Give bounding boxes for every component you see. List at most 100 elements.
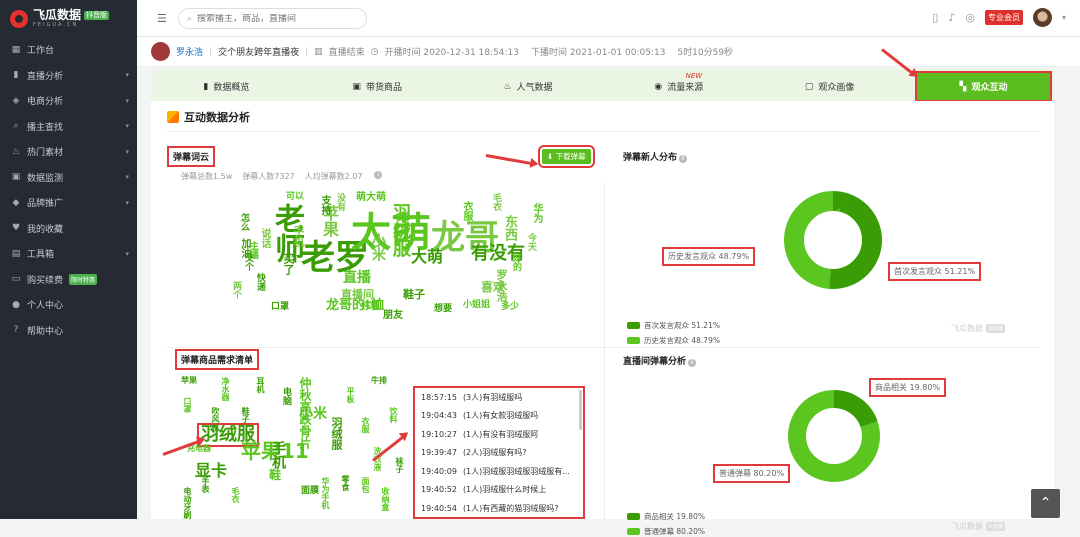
info-icon[interactable]: i [374, 171, 383, 179]
sidebar-item-6[interactable]: ◆ 品牌推广 ▾ [0, 190, 137, 216]
word-24[interactable]: 买了 [282, 253, 295, 275]
sidebar-item-9[interactable]: ▭ 购买续费 限时特惠 [0, 267, 137, 293]
demand-word-15[interactable]: 口罩 [183, 397, 192, 413]
word-14[interactable]: 东西 [502, 215, 517, 241]
demand-word-2[interactable]: 显卡 [195, 463, 227, 479]
tab-1[interactable]: ▣ 带货商品 [302, 69, 453, 104]
demand-word-8[interactable]: 苹果 [181, 377, 197, 385]
demand-word-25[interactable]: 面包 [361, 477, 370, 493]
demand-word-18[interactable]: 零食 [341, 475, 350, 491]
demand-word-6[interactable]: 羽绒服 [330, 417, 343, 450]
word-28[interactable]: 小姐姐 [463, 301, 490, 310]
word-4[interactable]: 直播 [343, 271, 371, 285]
bell-icon[interactable]: ♪ [948, 11, 955, 24]
demand-word-27[interactable]: 毛衣 [231, 487, 240, 503]
sidebar-item-11[interactable]: ? 帮助中心 [0, 318, 137, 344]
word-27[interactable]: 快递 [255, 273, 265, 291]
message-row[interactable]: 19:40:52 (1人)羽绒服什么时候上 [415, 481, 583, 500]
word-30[interactable]: 想要 [434, 305, 452, 314]
demand-word-26[interactable]: 袜子 [395, 457, 404, 473]
host-name[interactable]: 罗永浩 [176, 45, 203, 58]
demand-word-22[interactable]: 鞋子 [241, 407, 250, 423]
demand-word-10[interactable]: 牛排 [371, 377, 387, 385]
word-16[interactable]: 好看 [361, 303, 379, 312]
info-icon[interactable]: i [679, 155, 688, 163]
message-row[interactable]: 19:04:43 (1人)有女款羽绒服吗 [415, 407, 583, 426]
demand-word-12[interactable]: 耳机 [256, 377, 265, 393]
tab-0[interactable]: ▮ 数据概览 [151, 69, 302, 104]
chevron-down-icon[interactable]: ▾ [1062, 13, 1066, 22]
demand-word-20[interactable]: 手表 [201, 477, 210, 493]
demand-message-list[interactable]: 18:57:15 (3人)有羽绒服吗 19:04:43 (1人)有女款羽绒服吗 19:1… [413, 386, 585, 519]
demand-word-5[interactable]: 鞋 [269, 469, 281, 481]
logo[interactable]: 飞瓜数据 抖音版 FEIGUA.CN [0, 0, 137, 37]
word-20[interactable]: 直播间 [341, 289, 374, 300]
word-36[interactable]: 怎么 [239, 213, 249, 231]
word-11[interactable]: 手机 [292, 225, 305, 247]
tab-5[interactable]: ▚ 观众互动 [914, 71, 1052, 102]
legend-item[interactable]: 商品相关 19.80% [627, 511, 705, 522]
legend-item[interactable]: 普通弹幕 80.20% [627, 526, 705, 537]
word-35[interactable]: 今天 [526, 233, 536, 251]
menu-toggle-icon[interactable]: ☰ [157, 12, 167, 25]
word-37[interactable]: 多少 [501, 303, 519, 312]
message-row[interactable]: 19:40:54 (1人)有西藏的猫羽绒服吗? [415, 499, 583, 517]
sidebar-item-10[interactable]: ● 个人中心 [0, 292, 137, 318]
demand-word-29[interactable]: 收纳盒 [381, 487, 390, 511]
word-29[interactable]: 说话 [259, 228, 270, 248]
demand-word-4[interactable]: 手机 [270, 441, 286, 469]
message-row[interactable]: 19:40:09 (1人)羽绒服羽绒服羽绒服有... [415, 462, 583, 481]
search-box[interactable]: ⌕ [178, 8, 367, 29]
sidebar-item-1[interactable]: ▮ 直播分析 ▾ [0, 63, 137, 89]
tab-4[interactable]: ▢ 观众画像 [754, 69, 905, 104]
back-to-top-button[interactable]: ⌃ [1031, 489, 1060, 518]
sidebar-item-3[interactable]: ⌕ 播主查找 ▾ [0, 114, 137, 140]
word-32[interactable]: 没有 [335, 193, 345, 211]
demand-word-14[interactable]: 电脑 [281, 387, 291, 405]
search-input[interactable] [197, 13, 358, 24]
word-12[interactable]: 鞋子 [403, 289, 425, 300]
demand-word-24[interactable]: 吹风机 [211, 407, 220, 431]
word-39[interactable]: 口罩 [271, 303, 289, 312]
sidebar-item-5[interactable]: ▣ 数据监测 ▾ [0, 165, 137, 191]
legend-item[interactable]: 历史发言观众 48.79% [627, 335, 720, 346]
word-23[interactable]: 毛衣 [491, 193, 501, 211]
sidebar-item-0[interactable]: ▦ 工作台 [0, 37, 137, 63]
word-22[interactable]: 衣服 [461, 201, 472, 221]
tab-3[interactable]: ◉ 流量来源 NEW [603, 69, 754, 104]
avatar[interactable] [1032, 8, 1052, 27]
demand-word-16[interactable]: 面膜 [301, 487, 319, 496]
word-19[interactable]: 萌大萌 [356, 193, 386, 203]
message-row[interactable]: 19:10:27 (1人)有没有羽绒服阿 [415, 425, 583, 444]
download-barrage-button[interactable]: ⬇ 下载弹幕 [538, 145, 595, 168]
info-icon[interactable]: i [688, 359, 697, 367]
sidebar-item-7[interactable]: ♥ 我的收藏 [0, 216, 137, 242]
word-9[interactable]: 大萌 [411, 249, 443, 265]
demand-word-21[interactable]: 华为手机 [321, 477, 330, 509]
sidebar-item-8[interactable]: ▤ 工具箱 ▾ [0, 241, 137, 267]
word-33[interactable]: 交个 [243, 253, 253, 271]
demand-word-7[interactable]: 仲秋高跌骨片 [298, 377, 312, 449]
message-row[interactable]: 18:57:15 (3人)有羽绒服吗 [415, 388, 583, 407]
word-13[interactable]: 华为 [531, 203, 542, 223]
demand-word-28[interactable]: 电动牙刷 [183, 487, 192, 519]
scrollbar[interactable] [579, 390, 582, 430]
host-avatar[interactable] [151, 42, 170, 61]
word-8[interactable]: 小米 [370, 233, 386, 261]
legend-item[interactable]: 首次发言观众 51.21% [627, 320, 720, 331]
word-26[interactable]: 罗永浩 [495, 269, 508, 302]
sidebar-item-4[interactable]: ♨ 热门素材 ▾ [0, 139, 137, 165]
demand-word-17[interactable]: 衣服 [361, 417, 370, 433]
demand-word-13[interactable]: 平板 [346, 387, 355, 403]
word-34[interactable]: 好的 [511, 253, 521, 271]
sidebar-item-2[interactable]: ◈ 电商分析 ▾ [0, 88, 137, 114]
message-row[interactable]: 19:39:47 (2人)羽绒服有吗? [415, 444, 583, 463]
tab-2[interactable]: ♨ 人气数据 [453, 69, 604, 104]
demand-word-23[interactable]: 饮料 [389, 407, 398, 423]
demand-word-9[interactable]: 充电器 [187, 445, 211, 453]
word-38[interactable]: 两个 [231, 281, 241, 299]
mobile-icon[interactable]: ▯ [932, 11, 938, 24]
word-31[interactable]: 可以 [286, 193, 304, 202]
headset-icon[interactable]: ◎ [965, 11, 975, 24]
vip-badge[interactable]: 专业会员 [984, 10, 1023, 25]
